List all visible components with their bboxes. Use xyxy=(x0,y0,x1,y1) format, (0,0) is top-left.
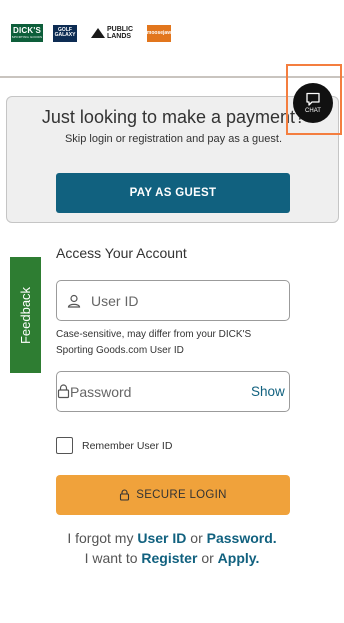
secure-login-label: SECURE LOGIN xyxy=(136,489,227,501)
remember-label: Remember User ID xyxy=(82,439,173,452)
lands-logo-text: LANDS xyxy=(106,33,132,40)
forgot-prefix: I forgot my xyxy=(67,530,134,546)
dicks-logo-subtext: SPORTING GOODS xyxy=(11,35,43,39)
register-link[interactable]: Register xyxy=(141,550,197,566)
forgot-or: or xyxy=(190,530,203,546)
register-or: or xyxy=(201,550,214,566)
dicks-logo[interactable]: DICK'S SPORTING GOODS xyxy=(11,24,43,42)
register-links: I want to Register or Apply. xyxy=(0,550,344,566)
forgot-links: I forgot my User ID or Password. xyxy=(0,530,344,546)
chat-button[interactable]: CHAT xyxy=(293,83,333,123)
pay-as-guest-button[interactable]: PAY AS GUEST xyxy=(56,173,290,213)
moosejaw-logo[interactable]: moosejaw xyxy=(146,24,172,42)
password-input[interactable] xyxy=(70,383,251,400)
mountain-icon xyxy=(90,28,105,38)
moosejaw-logo-text: moosejaw xyxy=(146,30,172,36)
forgot-user-id-link[interactable]: User ID xyxy=(137,530,186,546)
dicks-logo-text: DICK'S xyxy=(13,26,41,35)
feedback-label: Feedback xyxy=(18,286,33,344)
password-field[interactable]: Show xyxy=(56,371,290,412)
user-id-field[interactable] xyxy=(56,280,290,321)
golf-galaxy-logo[interactable]: GOLF GALAXY xyxy=(53,24,77,42)
golf-logo-subtext: GALAXY xyxy=(54,32,76,38)
chat-bubble-icon xyxy=(306,92,320,106)
apply-link[interactable]: Apply. xyxy=(218,550,260,566)
access-account-title: Access Your Account xyxy=(56,245,187,261)
feedback-tab[interactable]: Feedback xyxy=(10,257,41,373)
show-password-toggle[interactable]: Show xyxy=(251,384,285,399)
want-prefix: I want to xyxy=(84,550,138,566)
brand-logos: DICK'S SPORTING GOODS GOLF GALAXY PUBLIC… xyxy=(11,24,171,42)
user-id-hint: Case-sensitive, may differ from your DIC… xyxy=(56,329,252,356)
lock-icon xyxy=(120,489,130,501)
user-id-input[interactable] xyxy=(91,292,289,309)
user-icon xyxy=(57,294,91,308)
public-lands-logo[interactable]: PUBLIC LANDS xyxy=(87,25,137,41)
lock-icon xyxy=(57,384,70,399)
remember-user-id[interactable]: Remember User ID xyxy=(56,437,172,454)
chat-label: CHAT xyxy=(305,108,321,114)
secure-login-button[interactable]: SECURE LOGIN xyxy=(56,475,290,515)
remember-checkbox[interactable] xyxy=(56,437,73,454)
public-logo-text: PUBLIC xyxy=(106,26,134,33)
forgot-password-link[interactable]: Password. xyxy=(207,530,277,546)
